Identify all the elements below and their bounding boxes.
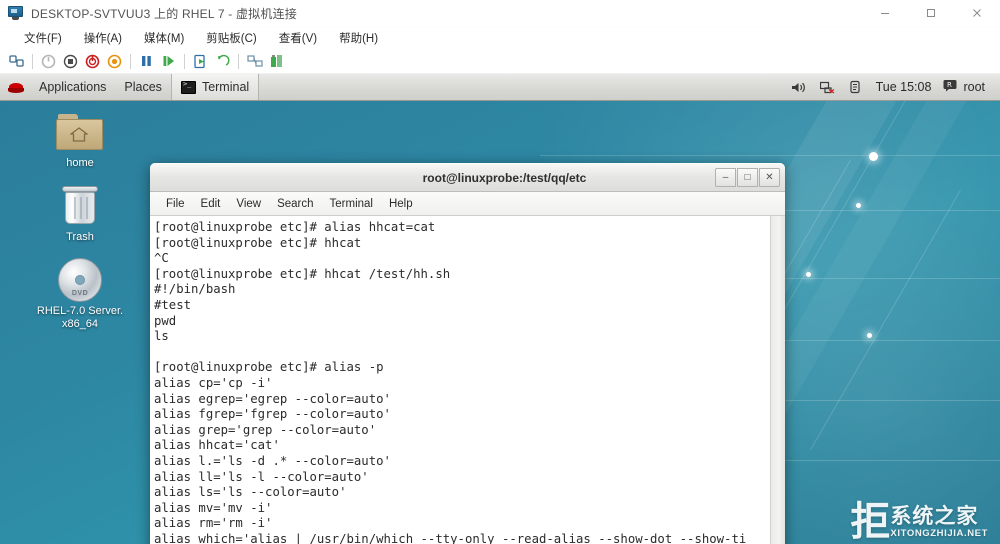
terminal-line: alias ll='ls -l --color=auto' — [154, 469, 369, 484]
terminal-line: [root@linuxprobe etc]# hhcat /test/hh.sh — [154, 266, 451, 281]
terminal-line: alias mv='mv -i' — [154, 500, 273, 515]
terminal-body: [root@linuxprobe etc]# alias hhcat=cat [r… — [150, 216, 785, 544]
terminal-line: alias l.='ls -d .* --color=auto' — [154, 453, 391, 468]
vm-menu-media[interactable]: 媒体(M) — [134, 28, 194, 48]
terminal-line: alias egrep='egrep --color=auto' — [154, 391, 391, 406]
vm-menu-bar: 文件(F) 操作(A) 媒体(M) 剪贴板(C) 查看(V) 帮助(H) — [0, 27, 1000, 49]
terminal-scrollbar[interactable] — [770, 216, 785, 544]
terminal-window: root@linuxprobe:/test/qq/etc – □ ✕ File … — [150, 163, 785, 544]
red-hat-logo-icon — [8, 79, 24, 95]
vm-window-controls — [862, 0, 1000, 26]
watermark-logo: 拒 — [850, 499, 890, 544]
desktop-icon-label: RHEL-7.0 Server. x86_64 — [36, 305, 124, 330]
dvd-disc-icon: DVD — [58, 258, 102, 302]
shut-down-icon[interactable] — [82, 51, 103, 71]
vm-title-bar: DESKTOP-SVTVUU3 上的 RHEL 7 - 虚拟机连接 — [0, 0, 1000, 27]
desktop-icon-trash[interactable]: Trash — [10, 184, 150, 244]
terminal-line: ls — [154, 329, 169, 344]
terminal-line: alias grep='grep --color=auto' — [154, 422, 377, 437]
desktop-icon-label: Trash — [66, 231, 94, 243]
user-menu[interactable]: R root — [939, 79, 991, 95]
volume-icon[interactable] — [784, 74, 813, 100]
home-folder-icon — [56, 112, 104, 154]
vm-menu-clipboard[interactable]: 剪贴板(C) — [196, 28, 266, 48]
terminal-line: alias fgrep='fgrep --color=auto' — [154, 407, 391, 422]
settings-icon[interactable] — [266, 51, 287, 71]
terminal-title-bar[interactable]: root@linuxprobe:/test/qq/etc – □ ✕ — [150, 163, 785, 192]
trash-icon — [59, 184, 101, 228]
terminal-line: pwd — [154, 313, 177, 328]
terminal-menu-search[interactable]: Search — [269, 196, 321, 212]
terminal-screen[interactable]: [root@linuxprobe etc]# alias hhcat=cat [r… — [150, 216, 770, 544]
vm-menu-view[interactable]: 查看(V) — [269, 28, 327, 48]
revert-icon[interactable] — [212, 51, 233, 71]
places-menu[interactable]: Places — [115, 74, 171, 100]
toolbar-separator-2 — [130, 53, 131, 69]
desktop-icon-rhel-dvd[interactable]: DVD RHEL-7.0 Server. x86_64 — [10, 258, 150, 331]
terminal-menu-help[interactable]: Help — [381, 196, 421, 212]
vm-close-button[interactable] — [954, 0, 1000, 26]
terminal-line: alias cp='cp -i' — [154, 375, 273, 390]
desktop-icon-label: home — [66, 157, 94, 169]
start-icon[interactable] — [38, 51, 59, 71]
desktop-icon-list: home Trash DVD RHEL-7.0 Server. x86_64 — [0, 100, 160, 345]
network-icon[interactable] — [813, 74, 842, 100]
terminal-title: root@linuxprobe:/test/qq/etc — [422, 170, 587, 185]
terminal-line: #test — [154, 297, 192, 312]
computer-icon — [8, 5, 24, 21]
terminal-line: [root@linuxprobe etc]# hhcat — [154, 235, 362, 250]
pause-icon[interactable] — [136, 51, 157, 71]
terminal-menu-edit[interactable]: Edit — [193, 196, 229, 212]
terminal-maximize-button[interactable]: □ — [737, 168, 758, 187]
terminal-close-button[interactable]: ✕ — [759, 168, 780, 187]
terminal-line: alias which='alias | /usr/bin/which --tt… — [154, 531, 747, 544]
guest-screen: Applications Places Terminal — [0, 74, 1000, 544]
user-name-label: root — [963, 80, 985, 94]
desktop-icon-home[interactable]: home — [10, 112, 150, 170]
vm-window-title: DESKTOP-SVTVUU3 上的 RHEL 7 - 虚拟机连接 — [31, 6, 297, 21]
turn-off-icon[interactable] — [60, 51, 81, 71]
terminal-line: alias hhcat='cat' — [154, 438, 280, 453]
checkpoint-icon[interactable] — [190, 51, 211, 71]
terminal-menu-view[interactable]: View — [228, 196, 269, 212]
battery-icon[interactable] — [842, 74, 868, 100]
accessibility-icon: R — [943, 79, 957, 95]
terminal-menu-bar: File Edit View Search Terminal Help — [150, 192, 785, 216]
window-list-item-label: Terminal — [201, 80, 250, 94]
resume-icon[interactable] — [158, 51, 179, 71]
terminal-window-controls: – □ ✕ — [715, 168, 780, 187]
vm-connection-window: DESKTOP-SVTVUU3 上的 RHEL 7 - 虚拟机连接 文件(F) … — [0, 0, 1000, 544]
terminal-line: ^C — [154, 251, 169, 266]
watermark: 拒 系统之家 XITONGZHIJIA.NET — [850, 499, 988, 544]
enhanced-session-icon[interactable] — [244, 51, 265, 71]
vm-menu-file[interactable]: 文件(F) — [14, 28, 72, 48]
watermark-english: XITONGZHIJIA.NET — [890, 527, 988, 539]
terminal-icon — [180, 80, 196, 94]
gnome-top-panel: Applications Places Terminal — [0, 74, 1000, 101]
watermark-chinese: 系统之家 — [890, 504, 979, 528]
toolbar-separator-4 — [238, 53, 239, 69]
window-list-item-terminal[interactable]: Terminal — [170, 74, 260, 100]
ctrl-alt-del-icon[interactable] — [6, 51, 27, 71]
terminal-line: #!/bin/bash — [154, 282, 236, 297]
terminal-line: alias ls='ls --color=auto' — [154, 485, 347, 500]
vm-maximize-button[interactable] — [908, 0, 954, 26]
vm-menu-action[interactable]: 操作(A) — [74, 28, 132, 48]
terminal-menu-file[interactable]: File — [158, 196, 193, 212]
clock[interactable]: Tue 15:08 — [868, 80, 940, 94]
vm-toolbar — [0, 49, 1000, 74]
terminal-line: [root@linuxprobe etc]# alias -p — [154, 360, 384, 375]
terminal-line: [root@linuxprobe etc]# alias hhcat=cat — [154, 220, 436, 234]
vm-minimize-button[interactable] — [862, 0, 908, 26]
terminal-line: alias rm='rm -i' — [154, 516, 273, 531]
vm-menu-help[interactable]: 帮助(H) — [329, 28, 388, 48]
svg-text:R: R — [947, 81, 952, 89]
applications-menu[interactable]: Applications — [30, 74, 115, 100]
save-state-icon[interactable] — [104, 51, 125, 71]
terminal-menu-terminal[interactable]: Terminal — [322, 196, 381, 212]
terminal-minimize-button[interactable]: – — [715, 168, 736, 187]
toolbar-separator-1 — [32, 53, 33, 69]
toolbar-separator-3 — [184, 53, 185, 69]
